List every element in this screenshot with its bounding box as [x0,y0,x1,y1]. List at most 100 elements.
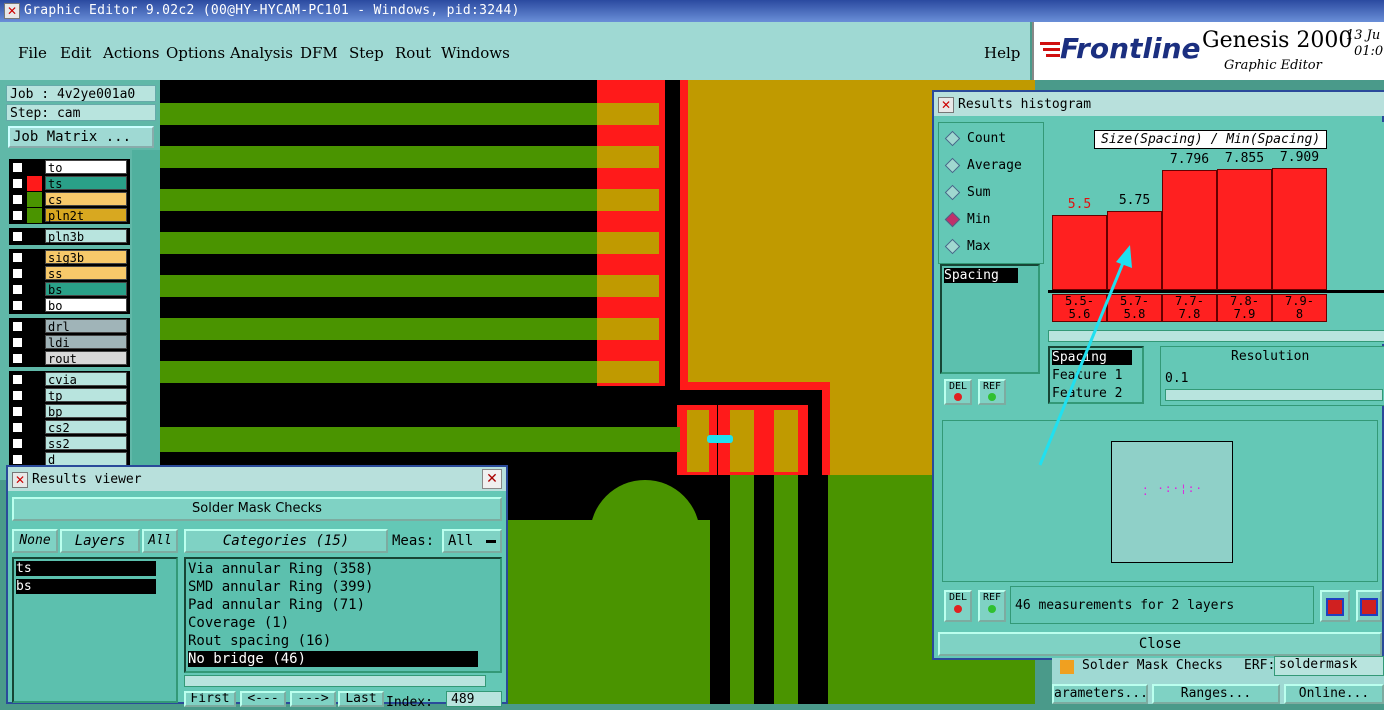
layer-checkbox[interactable] [12,252,23,263]
ranges-button[interactable]: Ranges... [1152,684,1280,704]
none-button[interactable]: None [12,529,58,553]
layer-row-cs2[interactable]: cs2 [9,420,129,435]
spacing-list[interactable]: Spacing [940,264,1040,374]
menu-item-file[interactable]: File [18,44,47,62]
menu-item-edit[interactable]: Edit [60,44,91,62]
del-button[interactable]: DEL [944,379,972,405]
category-item[interactable]: Rout spacing (16) [188,633,478,649]
resolution-slider[interactable] [1165,389,1383,401]
close-icon[interactable]: ✕ [482,469,502,489]
ref-button[interactable]: REF [978,379,1006,405]
close-button[interactable]: Close [938,632,1382,656]
category-scrollbar[interactable] [184,675,486,687]
layer-result-item[interactable]: ts [16,561,156,576]
layer-row-bp[interactable]: bp [9,404,129,419]
layer-checkbox[interactable] [12,178,23,189]
resolution-value: 0.1 [1165,371,1189,386]
layer-row-rout[interactable]: rout [9,351,129,366]
histogram-bar[interactable] [1272,168,1327,290]
category-line: 7.9 [1233,307,1256,321]
ref-button-bottom[interactable]: REF [978,590,1006,622]
layer-checkbox[interactable] [12,231,23,242]
parameters-button[interactable]: arameters... [1052,684,1148,704]
category-item[interactable]: No bridge (46) [188,651,478,667]
layer-checkbox[interactable] [12,210,23,221]
layer-row-ts[interactable]: ts [9,176,129,191]
layer-row-cs[interactable]: cs [9,192,129,207]
layer-checkbox[interactable] [12,353,23,364]
layer-checkbox[interactable] [12,422,23,433]
menu-item-analysis[interactable]: Analysis [230,44,293,62]
layer-results-list[interactable]: ts bs [12,557,178,703]
layer-checkbox[interactable] [12,374,23,385]
category-item[interactable]: Coverage (1) [188,615,478,631]
layer-color-swatch [27,420,42,435]
layer-checkbox[interactable] [12,438,23,449]
mode-radio-max[interactable] [944,238,961,255]
del-button-bottom[interactable]: DEL [944,590,972,622]
layer-color-swatch [27,351,42,366]
layer-checkbox[interactable] [12,284,23,295]
last-button[interactable]: Last [338,691,384,707]
layers-button[interactable]: Layers [60,529,140,553]
mode-radio-sum[interactable] [944,184,961,201]
categories-button[interactable]: Categories (15) [184,529,388,553]
category-item[interactable]: SMD annular Ring (399) [188,579,478,595]
layer-row-ldi[interactable]: ldi [9,335,129,350]
layer-checkbox[interactable] [12,300,23,311]
next-button[interactable]: ---> [290,691,336,707]
histogram-bar[interactable] [1162,170,1217,290]
erf-field[interactable]: soldermask [1274,656,1384,676]
layer-row-pln2t[interactable]: pln2t [9,208,129,223]
layer-row-bs[interactable]: bs [9,282,129,297]
category-list[interactable]: Via annular Ring (358) SMD annular Ring (… [184,557,502,673]
histogram-bar[interactable] [1217,169,1272,290]
layer-row-ss[interactable]: ss [9,266,129,281]
menu-item-windows[interactable]: Windows [441,44,510,62]
menu-item-actions[interactable]: Actions [103,44,159,62]
layer-result-item[interactable]: bs [16,579,156,594]
import-glyph [1360,598,1378,616]
list-item[interactable]: Spacing [944,268,1018,283]
category-item[interactable]: Via annular Ring (358) [188,561,478,577]
layer-row-drl[interactable]: drl [9,319,129,334]
solder-mask-checks-header[interactable]: Solder Mask Checks [12,497,502,521]
prev-button[interactable]: <--- [240,691,286,707]
mode-radio-count[interactable] [944,130,961,147]
category-item[interactable]: Pad annular Ring (71) [188,597,478,613]
layer-checkbox[interactable] [12,268,23,279]
layer-checkbox[interactable] [12,337,23,348]
menu-help[interactable]: Help [984,44,1020,62]
layer-row-tp[interactable]: tp [9,388,129,403]
layer-row-ss2[interactable]: ss2 [9,436,129,451]
online-button[interactable]: Online... [1284,684,1384,704]
mode-radio-min[interactable] [944,211,961,228]
layer-row-cvia[interactable]: cvia [9,372,129,387]
mode-radio-average[interactable] [944,157,961,174]
layer-row-to[interactable]: to [9,160,129,175]
import-icon[interactable] [1356,590,1382,622]
index-field[interactable]: 489 [446,691,502,707]
layer-row-bo[interactable]: bo [9,298,129,313]
layer-checkbox[interactable] [12,406,23,417]
job-matrix-button[interactable]: Job Matrix ... [8,126,154,148]
layer-checkbox[interactable] [12,321,23,332]
layer-checkbox[interactable] [12,162,23,173]
menu-item-step[interactable]: Step [349,44,384,62]
meas-select[interactable]: All [442,529,502,553]
menu-item-options[interactable]: Options [166,44,225,62]
layer-checkbox[interactable] [12,390,23,401]
mode-radio-group: Count Average Sum Min Max [938,122,1044,264]
menu-item-rout[interactable]: Rout [395,44,431,62]
pad-fill [597,275,659,297]
first-button[interactable]: First [184,691,236,707]
menu-item-dfm[interactable]: DFM [300,44,338,62]
export-icon[interactable] [1320,590,1350,622]
layer-checkbox[interactable] [12,194,23,205]
layer-row-pln3b[interactable]: pln3b [9,229,129,244]
layer-scroll-strip[interactable] [132,150,160,470]
all-button[interactable]: All [142,529,178,553]
layer-row-sig3b[interactable]: sig3b [9,250,129,265]
bridge-marker[interactable] [707,435,733,443]
layer-checkbox[interactable] [12,454,23,465]
